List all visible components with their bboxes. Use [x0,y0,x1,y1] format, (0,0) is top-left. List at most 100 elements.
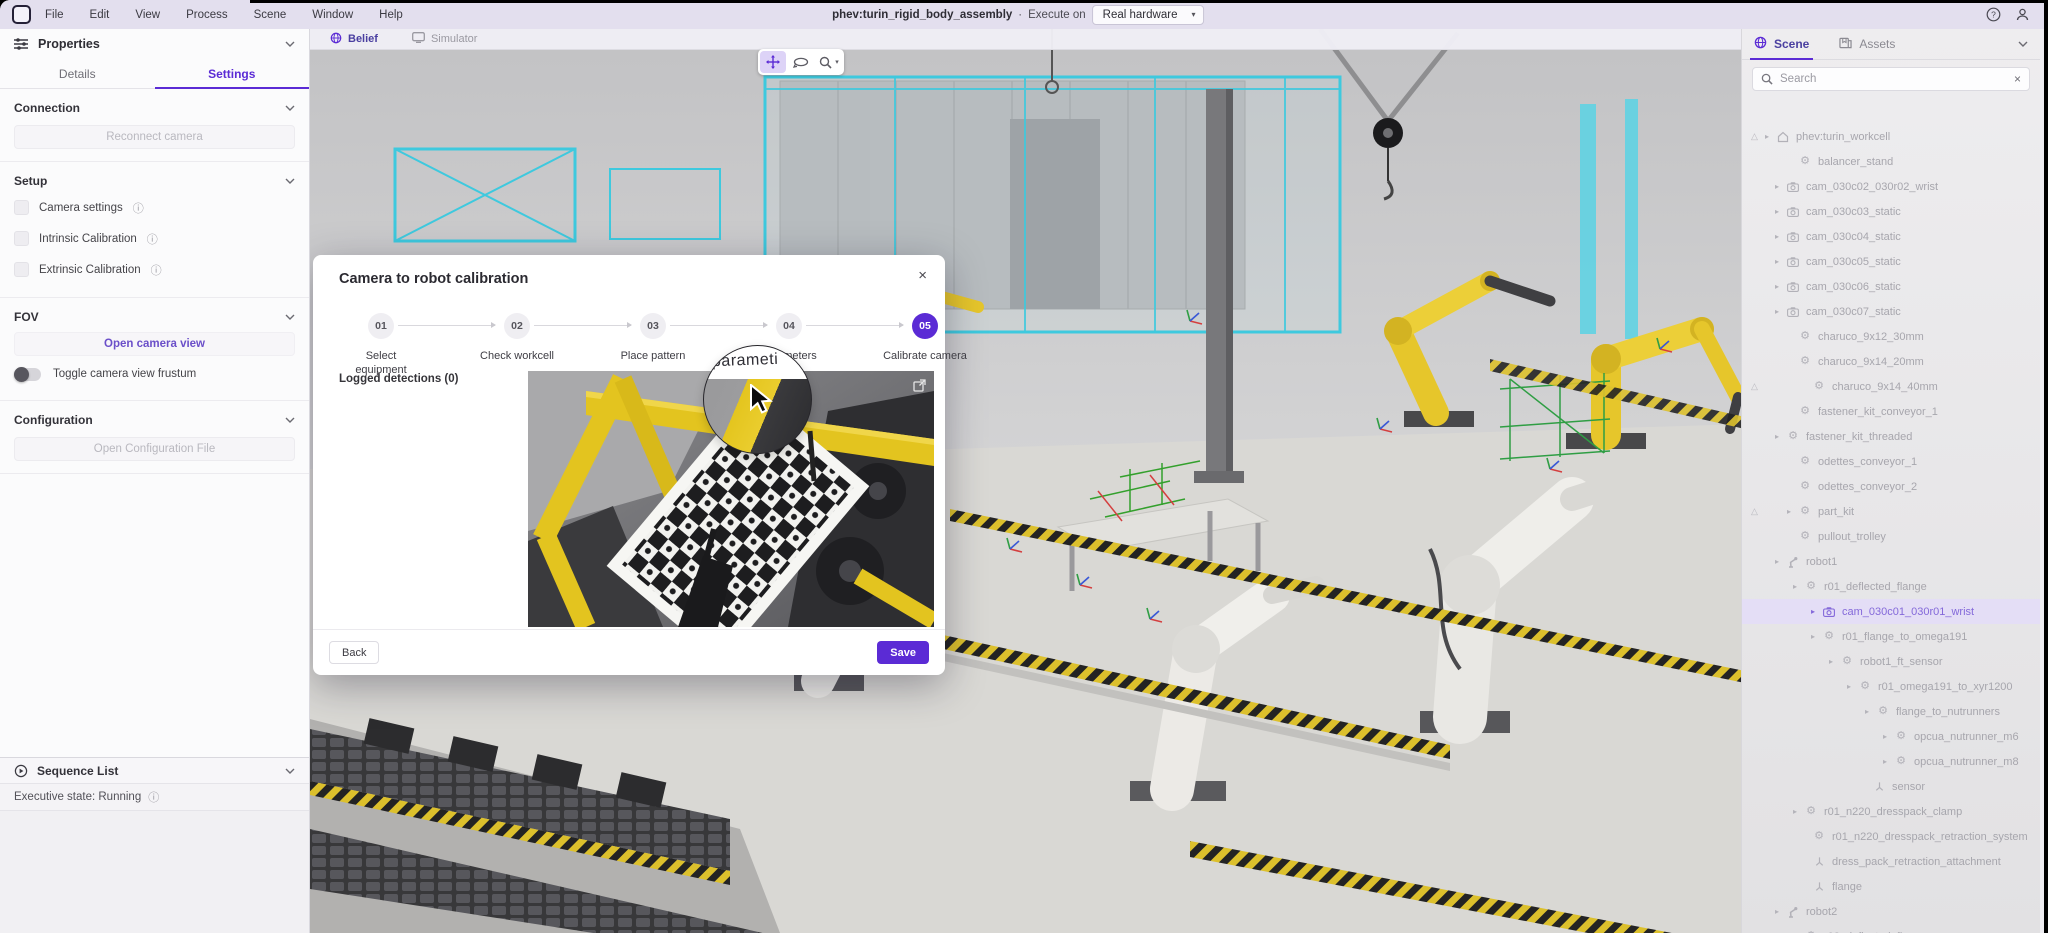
tree-row-opcua_nutrunner_m6[interactable]: △ ▸ ⚙ opcua_nutrunner_m6 [1742,724,2040,749]
tree-row-odettes_conveyor_2[interactable]: △ ⚙ odettes_conveyor_2 [1742,474,2040,499]
tree-row-cam_030c02_030r02_wrist[interactable]: △ ▸ cam_030c02_030r02_wrist [1742,174,2040,199]
expander-icon[interactable]: ▸ [1772,907,1782,916]
tree-row-dress_pack_retraction_attachment[interactable]: △ dress_pack_retraction_attachment [1742,849,2040,874]
zoom-tool-button[interactable]: ▾ [816,51,842,73]
tab-assets[interactable]: Assets [1839,29,1895,59]
tree-row-fastener_kit_threaded[interactable]: △ ▸ ⚙ fastener_kit_threaded [1742,424,2040,449]
menu-item-window[interactable]: Window [312,9,353,21]
chevron-down-icon[interactable] [285,105,295,111]
open-camera-view-button[interactable]: Open camera view [14,332,295,356]
expander-icon[interactable]: ▸ [1826,657,1836,666]
info-icon[interactable]: ⓘ [151,262,162,278]
expander-icon[interactable]: ▸ [1772,557,1782,566]
menu-item-file[interactable]: File [45,9,64,21]
setup-row-intrinsic-calibration[interactable]: Intrinsic Calibration ⓘ [14,223,295,254]
tree-row-r01_omega191_to_xyr1200[interactable]: △ ▸ ⚙ r01_omega191_to_xyr1200 [1742,674,2040,699]
tree-row-sensor[interactable]: △ sensor [1742,774,2040,799]
expander-icon[interactable]: ▸ [1772,182,1782,191]
menu-item-process[interactable]: Process [186,9,228,21]
save-button[interactable]: Save [877,641,929,664]
camera-frustum-toggle[interactable] [14,368,41,381]
tree-row-charuco_9x14_40mm[interactable]: △ ⚙ charuco_9x14_40mm [1742,374,2040,399]
move-tool-button[interactable] [760,51,786,73]
chevron-down-icon[interactable] [2018,41,2028,47]
step-05-circle[interactable]: 05 [912,313,938,339]
app-logo-icon[interactable] [12,5,31,24]
tree-row-cam_030c01_030r01_wrist[interactable]: △ ▸ cam_030c01_030r01_wrist [1742,599,2040,624]
tree-row-robot1_ft_sensor[interactable]: △ ▸ ⚙ robot1_ft_sensor [1742,649,2040,674]
sequence-list-header[interactable]: Sequence List [0,758,309,784]
info-icon[interactable]: ⓘ [133,200,144,216]
tree-row-r01_n220_dresspack_clamp[interactable]: △ ▸ ⚙ r01_n220_dresspack_clamp [1742,799,2040,824]
expander-icon[interactable]: ▸ [1808,607,1818,616]
open-configuration-file-button[interactable]: Open Configuration File [14,437,295,461]
expander-icon[interactable]: ▸ [1862,707,1872,716]
info-icon[interactable]: ⓘ [147,231,158,247]
checkbox[interactable] [14,200,29,215]
expander-icon[interactable]: ▸ [1772,232,1782,241]
tree-row-r02_deflected_flange[interactable]: △ ▸ ⚙ r02_deflected_flange [1742,924,2040,933]
reconnect-camera-button[interactable]: Reconnect camera [14,125,295,149]
expander-icon[interactable]: ▸ [1844,682,1854,691]
expander-icon[interactable]: ▸ [1772,257,1782,266]
expander-icon[interactable]: ▸ [1880,732,1890,741]
tree-row-robot2[interactable]: △ ▸ robot2 [1742,899,2040,924]
tree-row-cam_030c04_static[interactable]: △ ▸ cam_030c04_static [1742,224,2040,249]
step-01-circle[interactable]: 01 [368,313,394,339]
step-04-circle[interactable]: 04 [776,313,802,339]
tab-simulator[interactable]: Simulator [412,32,477,46]
tab-settings[interactable]: Settings [155,59,310,88]
chevron-down-icon[interactable] [285,768,295,774]
execute-target-select[interactable]: Real hardware ▾ [1092,5,1205,25]
expander-icon[interactable]: ▸ [1772,432,1782,441]
chevron-down-icon[interactable] [285,178,295,184]
account-icon[interactable] [2015,7,2030,22]
help-icon[interactable]: ? [1986,7,2001,22]
tree-row-r01_n220_dresspack_retraction_system[interactable]: △ ⚙ r01_n220_dresspack_retraction_system [1742,824,2040,849]
tree-row-cam_030c06_static[interactable]: △ ▸ cam_030c06_static [1742,274,2040,299]
checkbox[interactable] [14,231,29,246]
expand-image-icon[interactable] [913,379,926,397]
expander-icon[interactable]: ▸ [1762,132,1772,141]
tree-row-flange[interactable]: △ flange [1742,874,2040,899]
setup-row-extrinsic-calibration[interactable]: Extrinsic Calibration ⓘ [14,254,295,285]
step-03-circle[interactable]: 03 [640,313,666,339]
tree-row-balancer_stand[interactable]: △ ⚙ balancer_stand [1742,149,2040,174]
expander-icon[interactable]: ▸ [1790,807,1800,816]
tree-row-opcua_nutrunner_m8[interactable]: △ ▸ ⚙ opcua_nutrunner_m8 [1742,749,2040,774]
close-icon[interactable]: × [918,267,927,284]
setup-row-camera-settings[interactable]: Camera settings ⓘ [14,192,295,223]
menu-item-edit[interactable]: Edit [90,9,110,21]
checkbox[interactable] [14,262,29,277]
tree-row-r01_flange_to_omega191[interactable]: △ ▸ ⚙ r01_flange_to_omega191 [1742,624,2040,649]
tree-row-robot1[interactable]: △ ▸ robot1 [1742,549,2040,574]
tree-row-charuco_9x14_20mm[interactable]: △ ⚙ charuco_9x14_20mm [1742,349,2040,374]
tree-row-cam_030c03_static[interactable]: △ ▸ cam_030c03_static [1742,199,2040,224]
expander-icon[interactable]: ▸ [1772,282,1782,291]
properties-header[interactable]: Properties [0,29,309,59]
tree-row-charuco_9x12_30mm[interactable]: △ ⚙ charuco_9x12_30mm [1742,324,2040,349]
chevron-down-icon[interactable] [285,314,295,320]
chevron-down-icon[interactable] [285,41,295,47]
clear-search-icon[interactable]: × [2014,72,2021,86]
tree-row-phev:turin_workcell[interactable]: △ ▸ phev:turin_workcell [1742,124,2040,149]
step-02-circle[interactable]: 02 [504,313,530,339]
orbit-tool-button[interactable] [788,51,814,73]
tree-row-cam_030c07_static[interactable]: △ ▸ cam_030c07_static [1742,299,2040,324]
tree-row-r01_deflected_flange[interactable]: △ ▸ ⚙ r01_deflected_flange [1742,574,2040,599]
expander-icon[interactable]: ▸ [1880,757,1890,766]
tree-row-cam_030c05_static[interactable]: △ ▸ cam_030c05_static [1742,249,2040,274]
tab-belief[interactable]: Belief [330,32,378,47]
menu-item-view[interactable]: View [135,9,160,21]
back-button[interactable]: Back [329,641,379,664]
expander-icon[interactable]: ▸ [1772,207,1782,216]
tree-row-part_kit[interactable]: △ ▸ ⚙ part_kit [1742,499,2040,524]
tree-row-fastener_kit_conveyor_1[interactable]: △ ⚙ fastener_kit_conveyor_1 [1742,399,2040,424]
info-icon[interactable]: ⓘ [148,789,159,805]
expander-icon[interactable]: ▸ [1772,307,1782,316]
tree-row-flange_to_nutrunners[interactable]: △ ▸ ⚙ flange_to_nutrunners [1742,699,2040,724]
chevron-down-icon[interactable] [285,417,295,423]
tree-row-pullout_trolley[interactable]: △ ⚙ pullout_trolley [1742,524,2040,549]
tab-details[interactable]: Details [0,59,155,88]
expander-icon[interactable]: ▸ [1808,632,1818,641]
